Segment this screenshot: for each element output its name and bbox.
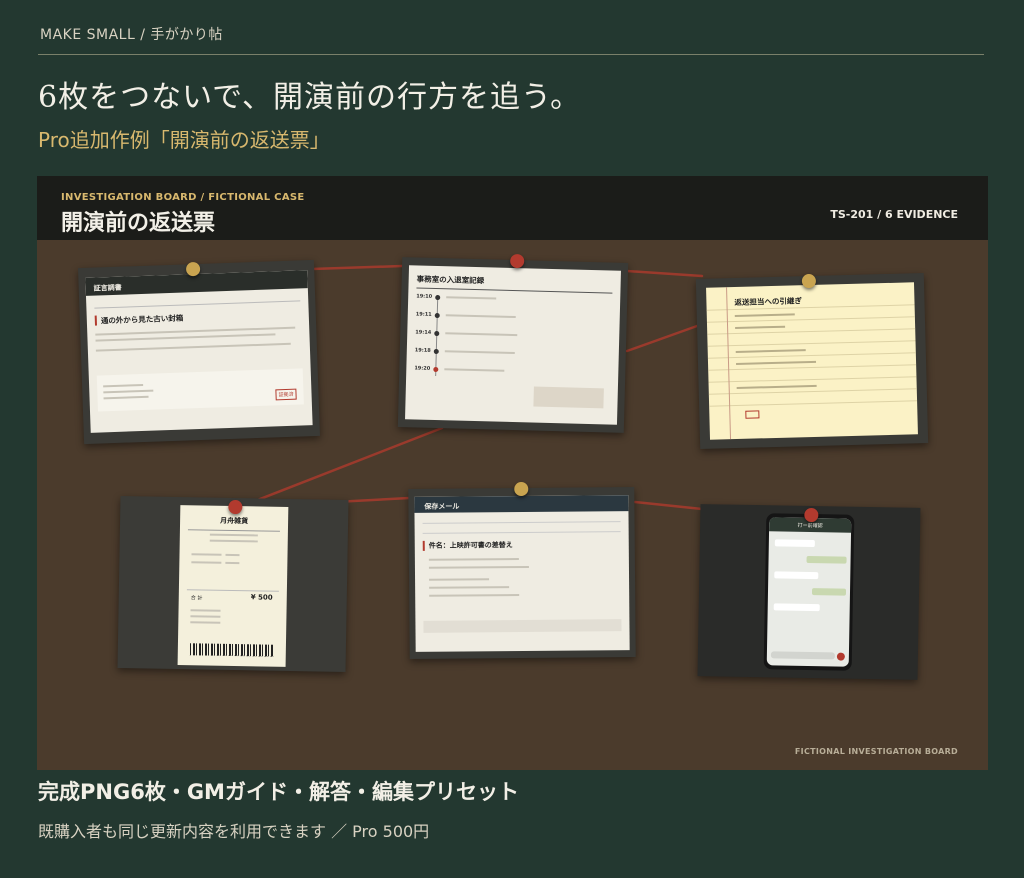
log-paper: 事務室の入退室記録 19:10 19:11 19:14 19:18 19:20: [405, 265, 621, 425]
string-log-memo-lower: [625, 324, 699, 353]
headline: 6枚をつないで、開演前の行方を追う。: [38, 80, 582, 115]
phone-screen: 打ー前確認: [766, 517, 852, 667]
receipt-total-value: ¥ 500: [250, 593, 273, 602]
phone-frame: 打ー前確認: [763, 513, 855, 671]
evidence-card-memo: 返送担当への引継ぎ: [695, 273, 929, 449]
memo-paper: 返送担当への引継ぎ: [706, 282, 918, 440]
mail-header: 保存メール: [424, 502, 460, 511]
pin-icon: [510, 253, 525, 269]
bottom-line-pricing: 既購入者も同じ更新内容を利用できます ／ Pro 500円: [38, 822, 430, 841]
log-time-2: 19:14: [415, 329, 432, 336]
report-stamp: 証拠済: [275, 388, 297, 401]
investigation-board-image: INVESTIGATION BOARD / FICTIONAL CASE 開演前…: [37, 176, 988, 770]
board-kicker: INVESTIGATION BOARD / FICTIONAL CASE: [61, 192, 305, 203]
receipt-paper: 月舟雑貨 合 計 ¥ 500: [177, 505, 289, 667]
memo-title: 返送担当への引継ぎ: [734, 296, 803, 308]
barcode-icon: [189, 643, 274, 657]
receipt-shop: 月舟雑貨: [220, 516, 249, 526]
evidence-card-mail: 保存メール 件名：上映許可書の差替え: [408, 481, 636, 659]
subhead: Pro追加作例「開演前の返送票」: [38, 128, 330, 152]
evidence-card-report: 証言調書 通の外から見た古い封箱 証拠済: [78, 259, 320, 445]
string-report-log: [310, 264, 404, 271]
receipt-total-label: 合 計: [190, 595, 203, 602]
log-time-4: 19:20: [414, 365, 431, 372]
log-time-0: 19:10: [416, 293, 433, 300]
log-time-1: 19:11: [415, 311, 432, 318]
send-icon: [836, 652, 845, 661]
board-title: 開演前の返送票: [61, 211, 216, 236]
report-heading: 通の外から見た古い封箱: [100, 313, 184, 326]
mail-subject: 件名：上映許可書の差替え: [428, 541, 513, 550]
report-paper: 証言調書 通の外から見た古い封箱 証拠済: [85, 270, 313, 433]
evidence-card-phone: 打ー前確認: [697, 504, 921, 680]
board-footer: FICTIONAL INVESTIGATION BOARD: [794, 747, 958, 756]
evidence-card-log: 事務室の入退室記録 19:10 19:11 19:14 19:18 19:20: [397, 253, 629, 433]
phone-thread-title: 打ー前確認: [797, 522, 823, 530]
evidence-card-receipt: 月舟雑貨 合 計 ¥ 500: [117, 496, 349, 672]
bottom-line-features: 完成PNG6枚・GMガイド・解答・編集プリセット: [38, 780, 519, 804]
board-header: INVESTIGATION BOARD / FICTIONAL CASE 開演前…: [37, 176, 988, 240]
top-rule: [38, 54, 984, 55]
pin-icon: [514, 481, 529, 497]
board-code: TS-201 / 6 EVIDENCE: [830, 208, 958, 221]
string-log-memo: [625, 269, 704, 278]
mail-paper: 保存メール 件名：上映許可書の差替え: [414, 495, 630, 652]
string-mail-phone: [633, 500, 704, 511]
log-title: 事務室の入退室記録: [416, 274, 485, 286]
log-time-3: 19:18: [414, 347, 431, 354]
top-label: MAKE SMALL / 手がかり帖: [40, 27, 223, 43]
report-header-title: 証言調書: [93, 283, 122, 293]
